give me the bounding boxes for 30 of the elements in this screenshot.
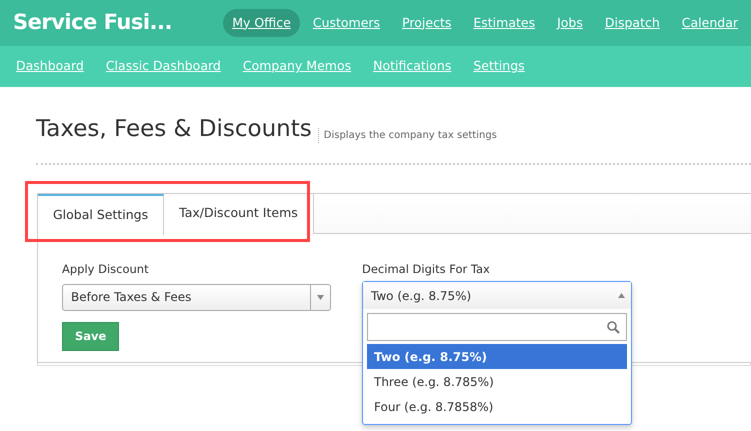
select-value: Two (e.g. 8.75%) <box>363 282 631 309</box>
subnav-link[interactable]: Dashboard <box>16 57 84 76</box>
field-label: Apply Discount <box>62 260 150 278</box>
subnav-link[interactable]: Company Memos <box>242 57 352 76</box>
save-button[interactable]: Save <box>62 322 120 351</box>
subnav-link[interactable]: Notifications <box>373 57 452 76</box>
dropdown-option[interactable]: Two (e.g. 8.75%) <box>367 344 627 369</box>
decimal-digits-dropdown[interactable]: Two (e.g. 8.75%) Two (e.g. 8.75%) Three (e.g. 8.785%) Four (e.g. 8.7858%) <box>362 281 632 425</box>
apply-discount-select[interactable]: Before Taxes & Fees <box>62 284 331 311</box>
page-subtitle: Displays the company tax settings <box>318 128 497 142</box>
nav-link[interactable]: My Office <box>223 8 300 38</box>
nav-link[interactable]: Calendar <box>672 8 747 38</box>
search-icon <box>607 320 620 334</box>
nav-link[interactable]: Jobs <box>548 8 592 38</box>
nav-link[interactable]: Projects <box>393 8 460 38</box>
caret-icon <box>618 293 625 298</box>
caret-icon <box>317 294 324 300</box>
page-title: Taxes, Fees & Discounts <box>36 115 312 144</box>
nav-link[interactable]: Dispatch <box>596 8 669 38</box>
tab[interactable]: Global Settings <box>38 194 164 234</box>
tab[interactable]: Tax/Discount Items <box>164 194 314 234</box>
field-label: Decimal Digits For Tax <box>362 260 490 278</box>
nav-link[interactable]: Estimates <box>464 8 544 38</box>
brand-title: Service Fusi... <box>12 9 173 36</box>
subnav-link[interactable]: Classic Dashboard <box>106 57 221 76</box>
dropdown-option[interactable]: Three (e.g. 8.785%) <box>367 369 627 394</box>
search-field[interactable] <box>367 313 627 341</box>
nav-link[interactable]: Customers <box>304 8 390 38</box>
subnav-link[interactable]: Settings <box>473 57 525 76</box>
dropdown-option[interactable]: Four (e.g. 8.7858%) <box>367 394 627 419</box>
